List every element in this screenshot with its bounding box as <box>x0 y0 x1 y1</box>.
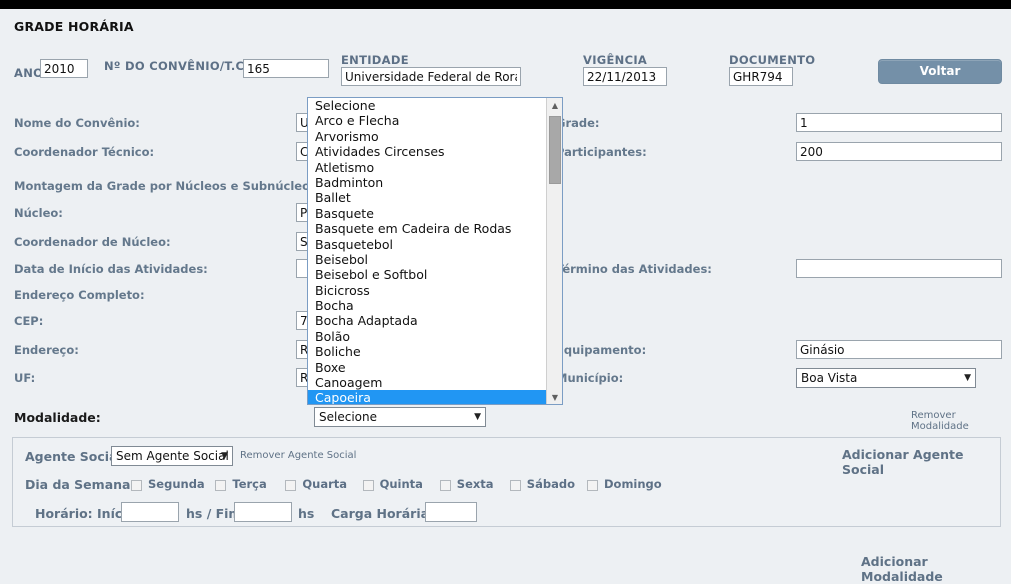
dropdown-option[interactable]: Basquete em Cadeira de Rodas <box>308 221 547 236</box>
page-root: GRADE HORÁRIA ANO Nº DO CONVÊNIO/T.C. EN… <box>0 9 1011 584</box>
dropdown-option[interactable]: Boxe <box>308 360 547 375</box>
dropdown-option[interactable]: Bocha <box>308 298 547 313</box>
day-label-quinta: Quinta <box>379 477 423 491</box>
dropdown-option[interactable]: Beisebol e Softbol <box>308 267 547 282</box>
hs-label: hs <box>298 506 315 521</box>
agente-social-select[interactable]: Sem Agente Social ▼ <box>111 446 233 466</box>
dropdown-option[interactable]: Canoagem <box>308 375 547 390</box>
dropdown-option[interactable]: Capoeira <box>308 390 547 404</box>
modalidade-label: Modalidade: <box>14 410 101 425</box>
agente-social-panel: Agente Social: Sem Agente Social ▼ Remov… <box>12 437 1001 527</box>
endereco-label: Endereço: <box>14 343 79 357</box>
page-title: GRADE HORÁRIA <box>14 19 134 34</box>
vigencia-input[interactable] <box>583 67 667 86</box>
participantes-label: Participantes: <box>556 145 647 159</box>
day-label-quarta: Quarta <box>302 477 348 491</box>
ano-label: ANO <box>14 66 44 80</box>
browser-top-bar <box>0 0 1011 9</box>
nome-convenio-label: Nome do Convênio: <box>14 116 140 130</box>
dropdown-option[interactable]: Arvorismo <box>308 129 547 144</box>
day-checkbox-quinta[interactable] <box>362 480 374 491</box>
dropdown-option[interactable]: Selecione <box>308 98 547 113</box>
modalidade-select-value: Selecione <box>319 410 377 424</box>
vigencia-label: VIGÊNCIA <box>583 53 648 67</box>
dropdown-option[interactable]: Ballet <box>308 190 547 205</box>
day-checkbox-quarta[interactable] <box>285 480 297 491</box>
dropdown-option[interactable]: Atletismo <box>308 160 547 175</box>
voltar-button[interactable]: Voltar <box>878 59 1002 84</box>
equipamento-input[interactable] <box>796 340 1002 359</box>
chevron-down-icon: ▼ <box>474 412 481 422</box>
agente-social-select-value: Sem Agente Social <box>116 449 229 463</box>
documento-label: DOCUMENTO <box>729 53 816 67</box>
day-label-sexta: Sexta <box>456 477 494 491</box>
montagem-grade-label: Montagem da Grade por Núcleos e Subnúcle… <box>14 179 322 193</box>
day-label-segunda: Segunda <box>148 477 205 491</box>
termino-atividades-input[interactable] <box>796 259 1002 278</box>
dropdown-option[interactable]: Bolão <box>308 329 547 344</box>
carga-horaria-label: Carga Horária: <box>331 506 435 521</box>
endereco-completo-label: Endereço Completo: <box>14 288 145 302</box>
day-checkbox-domingo[interactable] <box>587 480 598 491</box>
dropdown-option[interactable]: Arco e Flecha <box>308 113 547 128</box>
scroll-up-arrow-icon[interactable]: ▲ <box>547 98 562 114</box>
horario-inicio-input[interactable] <box>121 502 179 522</box>
participantes-input[interactable] <box>796 142 1002 161</box>
dia-semana-label: Dia da Semana: <box>25 477 136 492</box>
scroll-down-arrow-icon[interactable]: ▼ <box>547 390 562 404</box>
dropdown-option[interactable]: Badminton <box>308 175 547 190</box>
dropdown-option[interactable]: Basquetebol <box>308 237 547 252</box>
remover-modalidade-link[interactable]: Remover Modalidade <box>911 410 1011 432</box>
modalidade-select[interactable]: Selecione ▼ <box>314 407 486 427</box>
carga-horaria-input[interactable] <box>425 502 477 522</box>
uf-label: UF: <box>14 371 36 385</box>
entidade-input[interactable] <box>341 67 521 86</box>
convenio-input[interactable] <box>243 59 329 78</box>
day-label-domingo: Domingo <box>604 477 662 491</box>
municipio-select-value: Boa Vista <box>801 371 858 385</box>
chevron-down-icon: ▼ <box>221 451 228 461</box>
day-label-sábado: Sábado <box>526 477 575 491</box>
municipio-select[interactable]: Boa Vista ▼ <box>796 368 976 388</box>
coordenador-nucleo-label: Coordenador de Núcleo: <box>14 235 171 249</box>
cep-label: CEP: <box>14 314 44 328</box>
adicionar-agente-social-link[interactable]: Adicionar Agente Social <box>842 447 1000 477</box>
equipamento-label: Equipamento: <box>556 343 647 357</box>
day-checkbox-sábado[interactable] <box>509 480 521 491</box>
modalidade-option-list: Selecione Arco e Flecha Arvorismo Atividade… <box>308 98 547 404</box>
day-checkbox-sexta[interactable] <box>439 480 451 491</box>
dropdown-option[interactable]: Basquete <box>308 206 547 221</box>
dropdown-scrollbar[interactable]: ▲ ▼ <box>546 98 562 404</box>
adicionar-modalidade-link[interactable]: Adicionar Modalidade <box>861 554 1011 584</box>
day-checkbox-terça[interactable] <box>215 480 227 491</box>
day-label-terça: Terça <box>232 477 267 491</box>
modalidade-dropdown-list[interactable]: Selecione Arco e Flecha Arvorismo Atividade… <box>307 97 563 405</box>
horario-fim-input[interactable] <box>234 502 292 522</box>
scrollbar-thumb[interactable] <box>549 116 561 184</box>
chevron-down-icon: ▼ <box>964 373 971 383</box>
dropdown-option[interactable]: Beisebol <box>308 252 547 267</box>
grade-input[interactable] <box>796 113 1002 132</box>
nucleo-label: Núcleo: <box>14 206 63 220</box>
data-inicio-label: Data de Início das Atividades: <box>14 262 208 276</box>
entidade-label: ENTIDADE <box>341 53 409 67</box>
coordenador-tecnico-label: Coordenador Técnico: <box>14 145 155 159</box>
convenio-label: Nº DO CONVÊNIO/T.C. <box>104 59 249 73</box>
documento-input[interactable] <box>729 67 793 86</box>
termino-atividades-label: Término das Atividades: <box>556 262 712 276</box>
dropdown-option[interactable]: Bocha Adaptada <box>308 313 547 328</box>
remover-agente-social-link[interactable]: Remover Agente Social <box>240 450 356 461</box>
ano-input[interactable] <box>40 59 88 78</box>
day-checkbox-segunda[interactable] <box>131 480 142 491</box>
dropdown-option[interactable]: Atividades Circenses <box>308 144 547 159</box>
municipio-label: Município: <box>556 371 624 385</box>
dropdown-option[interactable]: Bicicross <box>308 283 547 298</box>
dropdown-option[interactable]: Boliche <box>308 344 547 359</box>
